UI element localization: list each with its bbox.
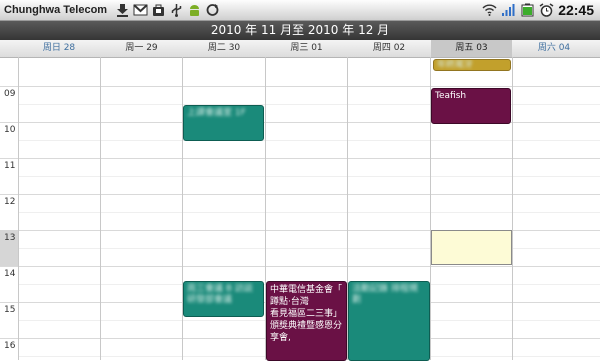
android-icon (187, 3, 202, 17)
hour-line (0, 158, 600, 159)
hour-label: 14 (4, 269, 16, 279)
hour-label: 10 (4, 125, 16, 135)
status-bar: Chunghwa Telecom 22:45 (0, 0, 600, 21)
day-header: 周日 28 周一 29 周二 30 周三 01 周四 02 周五 03 周六 0… (0, 40, 600, 58)
alarm-icon (539, 3, 554, 17)
day-header-sun[interactable]: 周日 28 (18, 40, 100, 57)
day-header-fri[interactable]: 周五 03 (431, 40, 512, 57)
hour-line (0, 194, 600, 195)
carrier-name: Chunghwa Telecom (4, 4, 108, 16)
notification-icons (115, 3, 220, 17)
hour-label: 16 (4, 341, 16, 351)
event-tue-afternoon[interactable]: 周三會議 B 訪談 研發部會議 (183, 281, 264, 317)
sync-icon (205, 3, 220, 17)
column-divider (512, 57, 513, 360)
event-title: 周三會議 B 訪談 研發部會議 (187, 284, 253, 305)
hour-line (0, 266, 600, 267)
signal-icon (501, 3, 516, 17)
event-teafish[interactable]: Teafish (431, 88, 511, 124)
column-divider (100, 57, 101, 360)
column-divider (18, 57, 19, 360)
gmail-icon (133, 3, 148, 17)
event-title: 中華電信基金會「 蹲點‧台灣 看見福區二三事」 頒獎典禮暨感恩分 享會, (270, 285, 343, 343)
clock: 22:45 (558, 2, 594, 18)
usb-icon (169, 3, 184, 17)
hour-label: 15 (4, 305, 16, 315)
hour-label: 13 (4, 233, 16, 243)
event-title: 活動記錄 排程規劃 (352, 284, 418, 305)
hour-line (0, 86, 600, 87)
event-title: 年終尾牙 (437, 60, 474, 70)
date-range-title: 2010 年 11 月至 2010 年 12 月 (0, 21, 600, 40)
day-header-sat[interactable]: 周六 04 (513, 40, 595, 57)
event-wed-ceremony[interactable]: 中華電信基金會「 蹲點‧台灣 看見福區二三事」 頒獎典禮暨感恩分 享會, (266, 281, 347, 361)
day-header-mon[interactable]: 周一 29 (101, 40, 182, 57)
hour-label: 11 (4, 161, 16, 171)
battery-icon (520, 3, 535, 17)
day-header-thu[interactable]: 周四 02 (348, 40, 430, 57)
system-icons: 22:45 (482, 2, 594, 18)
selected-time-slot[interactable] (431, 230, 512, 265)
event-title: Teafish (435, 91, 467, 101)
event-tue-morning[interactable]: 上課會議室 1F (183, 105, 264, 141)
event-title: 上課會議室 1F (187, 108, 246, 118)
all-day-event[interactable]: 年終尾牙 (433, 59, 511, 71)
download-icon (115, 3, 130, 17)
hour-label: 09 (4, 89, 16, 99)
hour-label: 12 (4, 197, 16, 207)
day-header-tue[interactable]: 周二 30 (183, 40, 265, 57)
event-thu-afternoon[interactable]: 活動記錄 排程規劃 (348, 281, 430, 361)
bag-icon (151, 3, 166, 17)
day-header-wed[interactable]: 周三 01 (266, 40, 347, 57)
wifi-icon (482, 3, 497, 17)
